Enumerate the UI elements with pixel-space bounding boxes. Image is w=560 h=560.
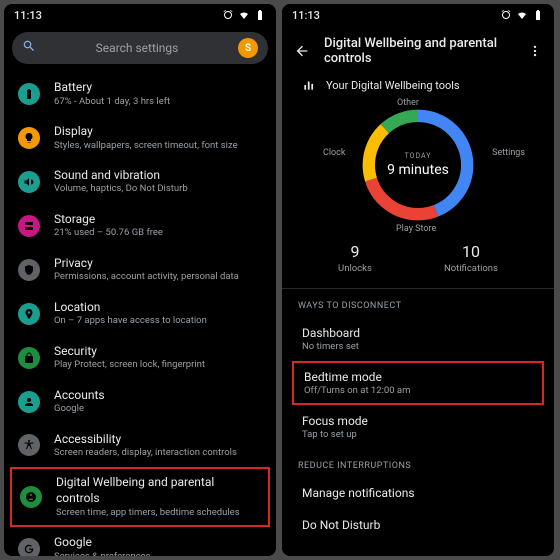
row-icon bbox=[18, 538, 40, 556]
row-title: Battery bbox=[54, 80, 170, 96]
row-sub: Play Protect, screen lock, fingerprint bbox=[54, 359, 205, 371]
donut-label-playstore: Play Store bbox=[396, 224, 436, 234]
row-sub: Screen time, app timers, bedtime schedul… bbox=[56, 507, 260, 519]
row-icon bbox=[18, 127, 40, 149]
menu-item[interactable]: Focus modeTap to set up bbox=[282, 405, 554, 449]
item-sub: Tap to set up bbox=[302, 429, 534, 440]
search-bar[interactable]: Search settings S bbox=[12, 32, 268, 64]
menu-item[interactable]: Manage notifications bbox=[282, 477, 554, 509]
more-icon[interactable] bbox=[528, 44, 542, 58]
settings-row[interactable]: Sound and vibrationVolume, haptics, Do N… bbox=[4, 160, 276, 204]
stat-unlocks[interactable]: 9 Unlocks bbox=[338, 242, 372, 274]
row-title: Google bbox=[54, 535, 151, 551]
donut-label-other: Other bbox=[397, 98, 419, 108]
back-icon[interactable] bbox=[294, 43, 310, 59]
settings-row[interactable]: AccessibilityScreen readers, display, in… bbox=[4, 424, 276, 468]
row-title: Storage bbox=[54, 212, 163, 228]
alarm-icon bbox=[500, 9, 512, 21]
subtitle-text: Your Digital Wellbeing tools bbox=[326, 79, 460, 92]
search-icon bbox=[22, 39, 36, 57]
row-sub: 21% used – 50.76 GB free bbox=[54, 227, 163, 239]
page-title: Digital Wellbeing and parental controls bbox=[324, 36, 514, 66]
settings-row[interactable]: AccountsGoogle bbox=[4, 380, 276, 424]
settings-screen: 11:13 Search settings S Battery67% - Abo… bbox=[4, 4, 276, 556]
disconnect-list: DashboardNo timers setBedtime modeOff/Tu… bbox=[282, 317, 554, 449]
row-title: Security bbox=[54, 344, 205, 360]
status-bar: 11:13 bbox=[4, 4, 276, 26]
menu-item[interactable]: Do Not Disturb bbox=[282, 509, 554, 541]
usage-donut[interactable]: TODAY 9 minutes Other Clock Settings Pla… bbox=[282, 96, 554, 232]
wifi-icon bbox=[516, 9, 528, 21]
menu-item[interactable]: DashboardNo timers set bbox=[282, 317, 554, 361]
settings-row[interactable]: GoogleServices & preferences bbox=[4, 527, 276, 556]
item-sub: Off/Turns on at 12:00 am bbox=[304, 385, 532, 396]
clock-text: 11:13 bbox=[292, 9, 320, 22]
section-interruptions: REDUCE INTERRUPTIONS bbox=[282, 449, 554, 477]
row-sub: On – 7 apps have access to location bbox=[54, 315, 207, 327]
search-placeholder: Search settings bbox=[44, 41, 230, 55]
item-title: Do Not Disturb bbox=[302, 518, 534, 532]
row-title: Digital Wellbeing and parental controls bbox=[56, 475, 260, 506]
donut-label-settings: Settings bbox=[492, 148, 525, 158]
wellbeing-screen: 11:13 Digital Wellbeing and parental con… bbox=[282, 4, 554, 556]
settings-row[interactable]: SecurityPlay Protect, screen lock, finge… bbox=[4, 336, 276, 380]
battery-icon bbox=[532, 9, 544, 21]
row-title: Accessibility bbox=[54, 432, 237, 448]
interruptions-list: Manage notifications Do Not Disturb bbox=[282, 477, 554, 541]
settings-row[interactable]: Digital Wellbeing and parental controlsS… bbox=[10, 467, 270, 527]
donut-label-clock: Clock bbox=[323, 148, 345, 158]
row-sub: Google bbox=[54, 403, 105, 415]
profile-avatar[interactable]: S bbox=[238, 38, 258, 58]
row-icon bbox=[18, 391, 40, 413]
status-icons bbox=[222, 9, 266, 21]
status-icons bbox=[500, 9, 544, 21]
stats-row: 9 Unlocks 10 Notifications bbox=[282, 232, 554, 289]
row-title: Display bbox=[54, 124, 238, 140]
row-icon bbox=[18, 434, 40, 456]
settings-row[interactable]: DisplayStyles, wallpapers, screen timeou… bbox=[4, 116, 276, 160]
row-icon bbox=[18, 303, 40, 325]
settings-row[interactable]: Battery67% - About 1 day, 3 hrs left bbox=[4, 72, 276, 116]
row-sub: Styles, wallpapers, screen timeout, font… bbox=[54, 140, 238, 152]
item-title: Bedtime mode bbox=[304, 370, 532, 384]
settings-row[interactable]: Storage21% used – 50.76 GB free bbox=[4, 204, 276, 248]
alarm-icon bbox=[222, 9, 234, 21]
battery-icon bbox=[254, 9, 266, 21]
row-icon bbox=[18, 259, 40, 281]
row-sub: Volume, haptics, Do Not Disturb bbox=[54, 183, 188, 195]
stat-notifications[interactable]: 10 Notifications bbox=[444, 242, 498, 274]
menu-item[interactable]: Bedtime modeOff/Turns on at 12:00 am bbox=[292, 361, 544, 405]
settings-row[interactable]: PrivacyPermissions, account activity, pe… bbox=[4, 248, 276, 292]
row-title: Location bbox=[54, 300, 207, 316]
row-icon bbox=[18, 83, 40, 105]
row-title: Privacy bbox=[54, 256, 239, 272]
row-sub: 67% - About 1 day, 3 hrs left bbox=[54, 96, 170, 108]
section-disconnect: WAYS TO DISCONNECT bbox=[282, 289, 554, 317]
settings-list: Battery67% - About 1 day, 3 hrs left Dis… bbox=[4, 70, 276, 556]
settings-row[interactable]: LocationOn – 7 apps have access to locat… bbox=[4, 292, 276, 336]
item-sub: No timers set bbox=[302, 341, 534, 352]
item-title: Focus mode bbox=[302, 414, 534, 428]
row-title: Sound and vibration bbox=[54, 168, 188, 184]
clock-text: 11:13 bbox=[14, 9, 42, 22]
row-icon bbox=[20, 486, 42, 508]
item-title: Dashboard bbox=[302, 326, 534, 340]
row-title: Accounts bbox=[54, 388, 105, 404]
page-header: Digital Wellbeing and parental controls bbox=[282, 26, 554, 72]
wifi-icon bbox=[238, 9, 250, 21]
status-bar: 11:13 bbox=[282, 4, 554, 26]
item-title: Manage notifications bbox=[302, 486, 534, 500]
row-icon bbox=[18, 347, 40, 369]
row-icon bbox=[18, 215, 40, 237]
row-icon bbox=[18, 171, 40, 193]
row-sub: Permissions, account activity, personal … bbox=[54, 271, 239, 283]
bars-icon bbox=[302, 78, 316, 92]
subtitle-row: Your Digital Wellbeing tools bbox=[282, 72, 554, 96]
row-sub: Screen readers, display, interaction con… bbox=[54, 447, 237, 459]
row-sub: Services & preferences bbox=[54, 551, 151, 556]
